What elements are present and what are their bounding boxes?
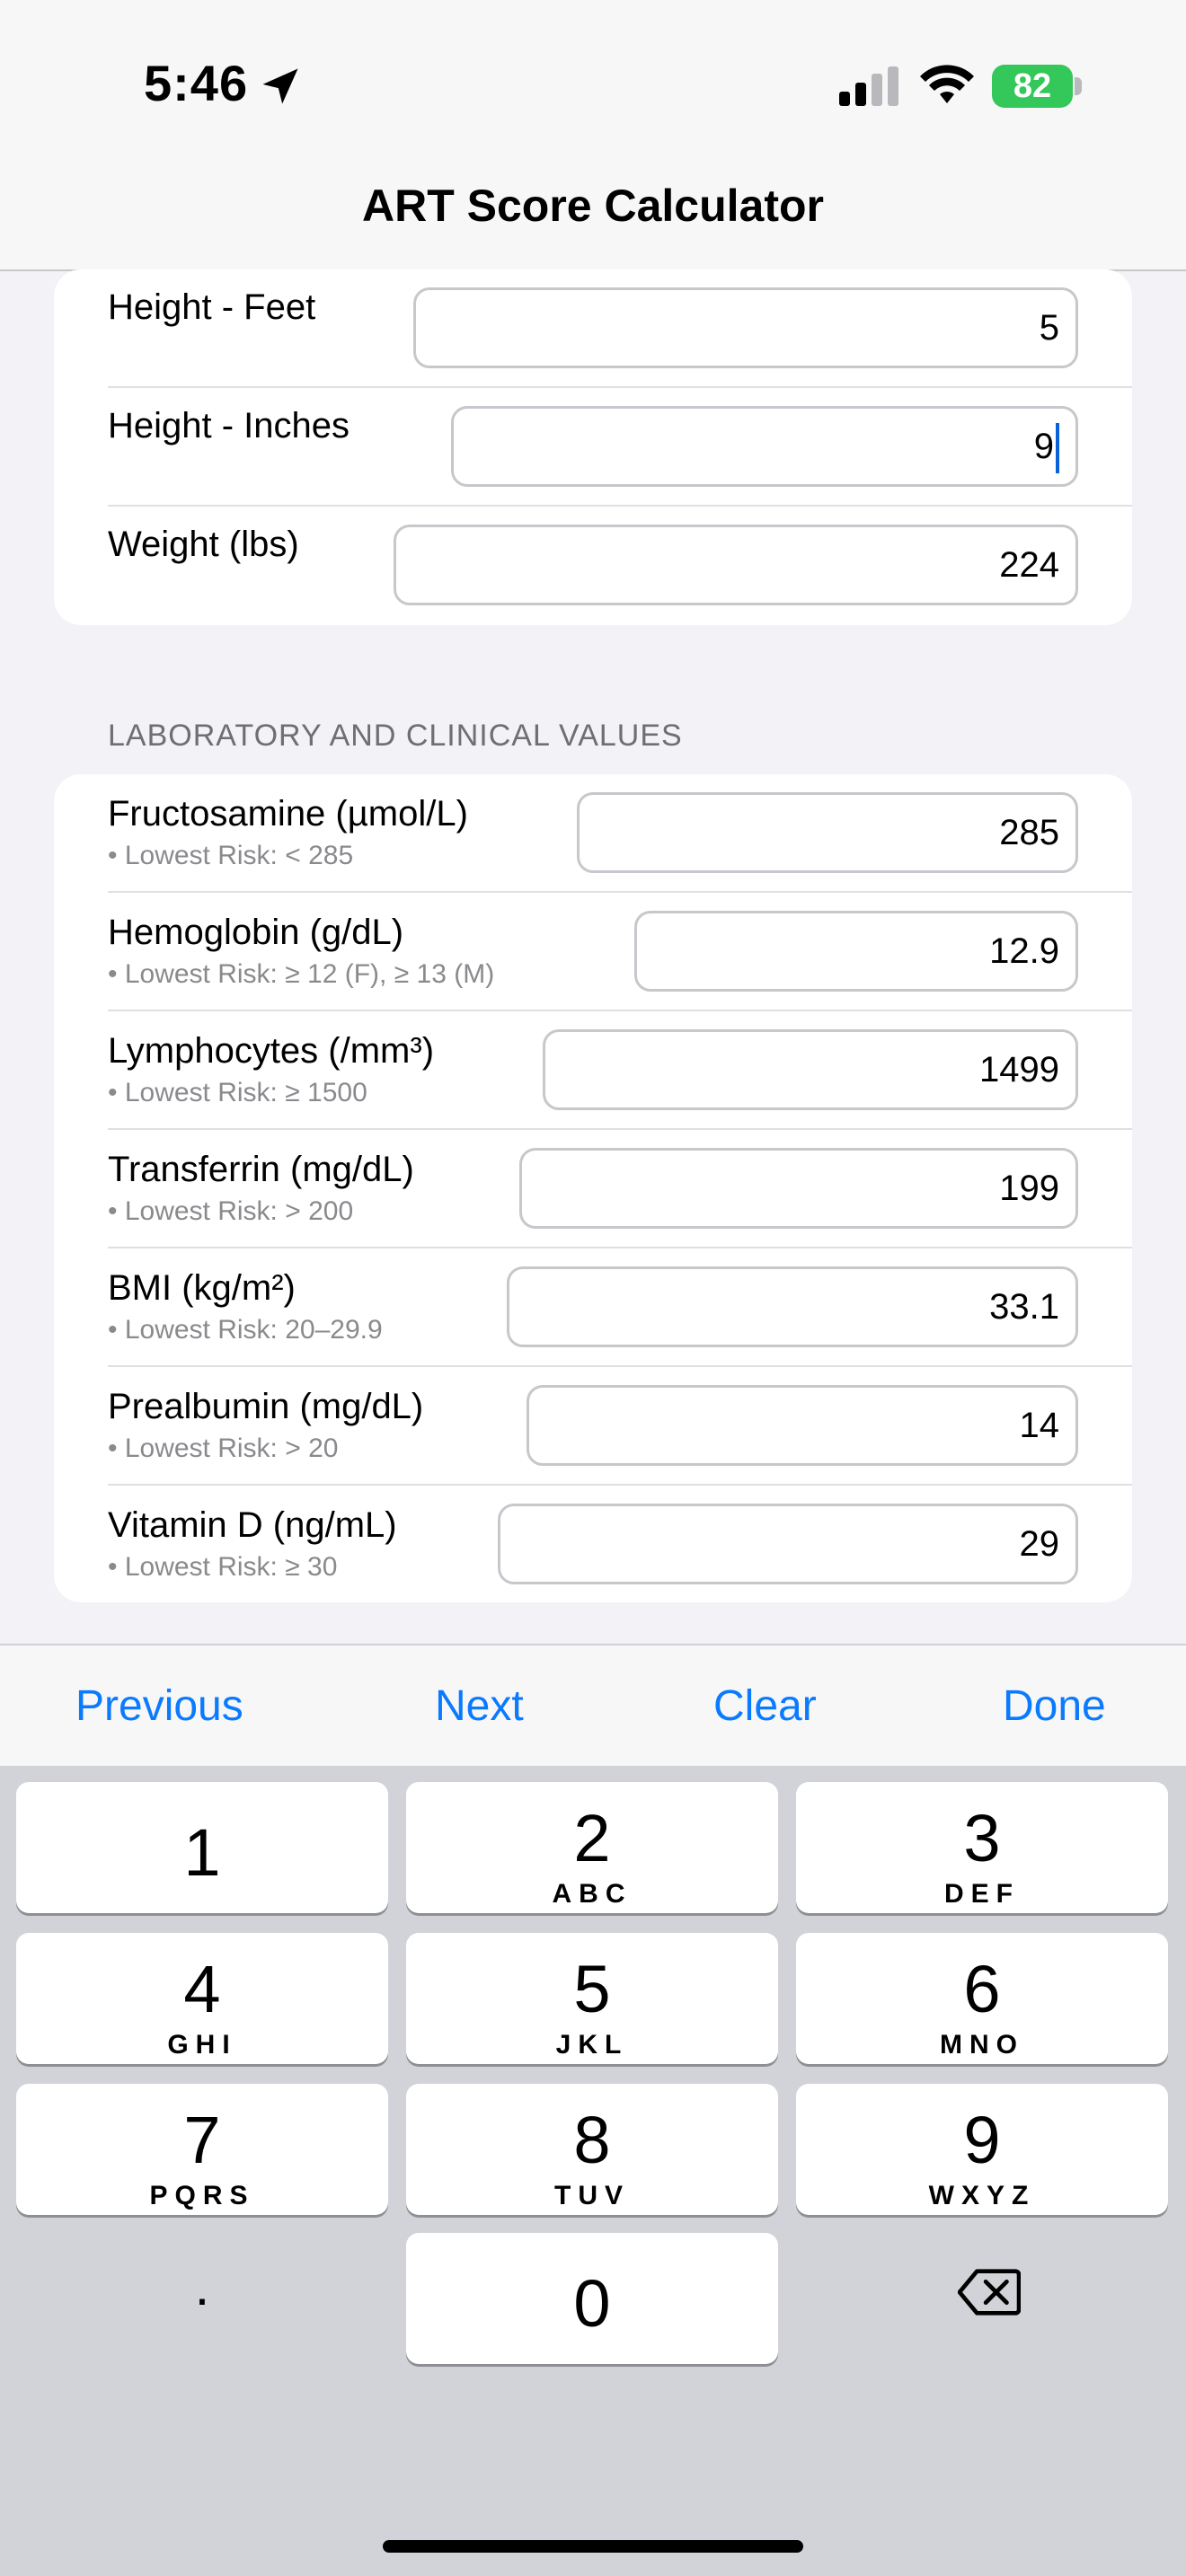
location-arrow-icon xyxy=(262,68,298,104)
key-8-letters: TUV xyxy=(554,2181,630,2210)
key-9-digit: 9 xyxy=(963,2103,1001,2177)
bmi-hint: • Lowest Risk: 20–29.9 xyxy=(108,1315,383,1345)
lymphocytes-label: Lymphocytes (/mm³) xyxy=(108,1031,435,1071)
decimal-key[interactable]: . xyxy=(16,2242,388,2373)
key-2[interactable]: 2 ABC xyxy=(406,1782,778,1913)
key-4[interactable]: 4 GHI xyxy=(16,1933,388,2064)
key-3[interactable]: 3 DEF xyxy=(796,1782,1168,1913)
key-8[interactable]: 8 TUV xyxy=(406,2084,778,2215)
prealbumin-hint: • Lowest Risk: > 20 xyxy=(108,1434,339,1463)
weight-input[interactable]: 224 xyxy=(394,525,1078,605)
key-6-letters: MNO xyxy=(940,2030,1024,2060)
fructosamine-hint: • Lowest Risk: < 285 xyxy=(108,841,354,870)
key-7-digit: 7 xyxy=(183,2103,221,2177)
key-0[interactable]: 0 xyxy=(406,2233,778,2364)
key-8-digit: 8 xyxy=(573,2103,611,2177)
key-3-digit: 3 xyxy=(963,1801,1001,1875)
key-5[interactable]: 5 JKL xyxy=(406,1933,778,2064)
key-4-digit: 4 xyxy=(183,1952,221,2026)
lab-row-fructosamine: Fructosamine (µmol/L) • Lowest Risk: < 2… xyxy=(108,774,1132,893)
lab-row-bmi: BMI (kg/m²) • Lowest Risk: 20–29.9 33.1 xyxy=(108,1248,1132,1367)
bmi-label: BMI (kg/m²) xyxy=(108,1268,296,1308)
hemoglobin-input[interactable]: 12.9 xyxy=(634,911,1078,992)
hemoglobin-label: Hemoglobin (g/dL) xyxy=(108,913,404,952)
done-button[interactable]: Done xyxy=(1003,1681,1106,1731)
lab-row-vitamin-d: Vitamin D (ng/mL) • Lowest Risk: ≥ 30 29 xyxy=(108,1486,1132,1602)
key-2-digit: 2 xyxy=(573,1801,611,1875)
prealbumin-input[interactable]: 14 xyxy=(527,1385,1078,1466)
next-button[interactable]: Next xyxy=(435,1681,524,1731)
signal-icon xyxy=(839,66,898,106)
key-5-letters: JKL xyxy=(555,2030,629,2060)
lab-row-prealbumin: Prealbumin (mg/dL) • Lowest Risk: > 20 1… xyxy=(108,1367,1132,1486)
transferrin-hint: • Lowest Risk: > 200 xyxy=(108,1196,354,1226)
page-title: ART Score Calculator xyxy=(361,181,824,231)
key-1-digit: 1 xyxy=(183,1815,221,1890)
height-inches-value: 9 xyxy=(1033,427,1054,466)
delete-backspace-icon[interactable] xyxy=(958,2267,1021,2317)
lab-row-hemoglobin: Hemoglobin (g/dL) • Lowest Risk: ≥ 12 (F… xyxy=(108,893,1132,1011)
weight-row: Weight (lbs) 224 xyxy=(108,507,1132,625)
fructosamine-input[interactable]: 285 xyxy=(577,792,1078,873)
transferrin-label: Transferrin (mg/dL) xyxy=(108,1150,414,1189)
text-caret xyxy=(1056,423,1059,474)
key-7[interactable]: 7 PQRS xyxy=(16,2084,388,2215)
height-feet-row: Height - Feet 5 xyxy=(108,269,1132,388)
body-measurements-card: Height - Feet 5 Height - Inches 9 Weight… xyxy=(54,269,1132,625)
home-indicator[interactable] xyxy=(383,2540,803,2553)
lab-values-card: Fructosamine (µmol/L) • Lowest Risk: < 2… xyxy=(54,774,1132,1602)
height-feet-label: Height - Feet xyxy=(108,287,316,327)
transferrin-input[interactable]: 199 xyxy=(519,1148,1078,1229)
prealbumin-label: Prealbumin (mg/dL) xyxy=(108,1387,424,1426)
key-7-letters: PQRS xyxy=(149,2181,255,2210)
key-9[interactable]: 9 WXYZ xyxy=(796,2084,1168,2215)
key-4-letters: GHI xyxy=(167,2030,237,2060)
lab-row-transferrin: Transferrin (mg/dL) • Lowest Risk: > 200… xyxy=(108,1130,1132,1248)
height-inches-row: Height - Inches 9 xyxy=(108,388,1132,507)
vitamin-d-hint: • Lowest Risk: ≥ 30 xyxy=(108,1552,338,1582)
height-inches-input[interactable]: 9 xyxy=(451,406,1078,487)
battery-cap xyxy=(1075,77,1082,95)
key-1[interactable]: 1 xyxy=(16,1782,388,1913)
keyboard-toolbar: Previous Next Clear Done xyxy=(0,1644,1186,1768)
status-time: 5:46 xyxy=(144,55,249,111)
lymphocytes-hint: • Lowest Risk: ≥ 1500 xyxy=(108,1078,367,1107)
vitamin-d-input[interactable]: 29 xyxy=(498,1504,1078,1584)
hemoglobin-hint: • Lowest Risk: ≥ 12 (F), ≥ 13 (M) xyxy=(108,959,495,989)
key-2-letters: ABC xyxy=(552,1879,633,1909)
height-inches-label: Height - Inches xyxy=(108,406,350,446)
key-3-letters: DEF xyxy=(944,1879,1020,1909)
lymphocytes-input[interactable]: 1499 xyxy=(543,1029,1078,1110)
clear-button[interactable]: Clear xyxy=(713,1681,817,1731)
key-6-digit: 6 xyxy=(963,1952,1001,2026)
bmi-input[interactable]: 33.1 xyxy=(507,1266,1078,1347)
key-5-digit: 5 xyxy=(573,1952,611,2026)
vitamin-d-label: Vitamin D (ng/mL) xyxy=(108,1505,397,1545)
fructosamine-label: Fructosamine (µmol/L) xyxy=(108,794,468,834)
weight-label: Weight (lbs) xyxy=(108,525,299,564)
key-9-letters: WXYZ xyxy=(928,2181,1036,2210)
number-pad-keyboard: 1 2 ABC 3 DEF 4 GHI 5 JKL 6 MNO 7 PQRS 8… xyxy=(0,1766,1186,2576)
lab-row-lymphocytes: Lymphocytes (/mm³) • Lowest Risk: ≥ 1500… xyxy=(108,1011,1132,1130)
status-and-nav-bar: 5:46 82 ART Score Calculator xyxy=(0,0,1186,271)
lab-section-header: LABORATORY AND CLINICAL VALUES xyxy=(108,719,683,753)
key-0-digit: 0 xyxy=(573,2266,611,2341)
previous-button[interactable]: Previous xyxy=(75,1681,243,1731)
battery-charging-icon: 82 xyxy=(992,65,1073,108)
wifi-icon xyxy=(920,65,974,103)
key-6[interactable]: 6 MNO xyxy=(796,1933,1168,2064)
battery-level: 82 xyxy=(1013,67,1052,105)
height-feet-input[interactable]: 5 xyxy=(413,287,1078,368)
